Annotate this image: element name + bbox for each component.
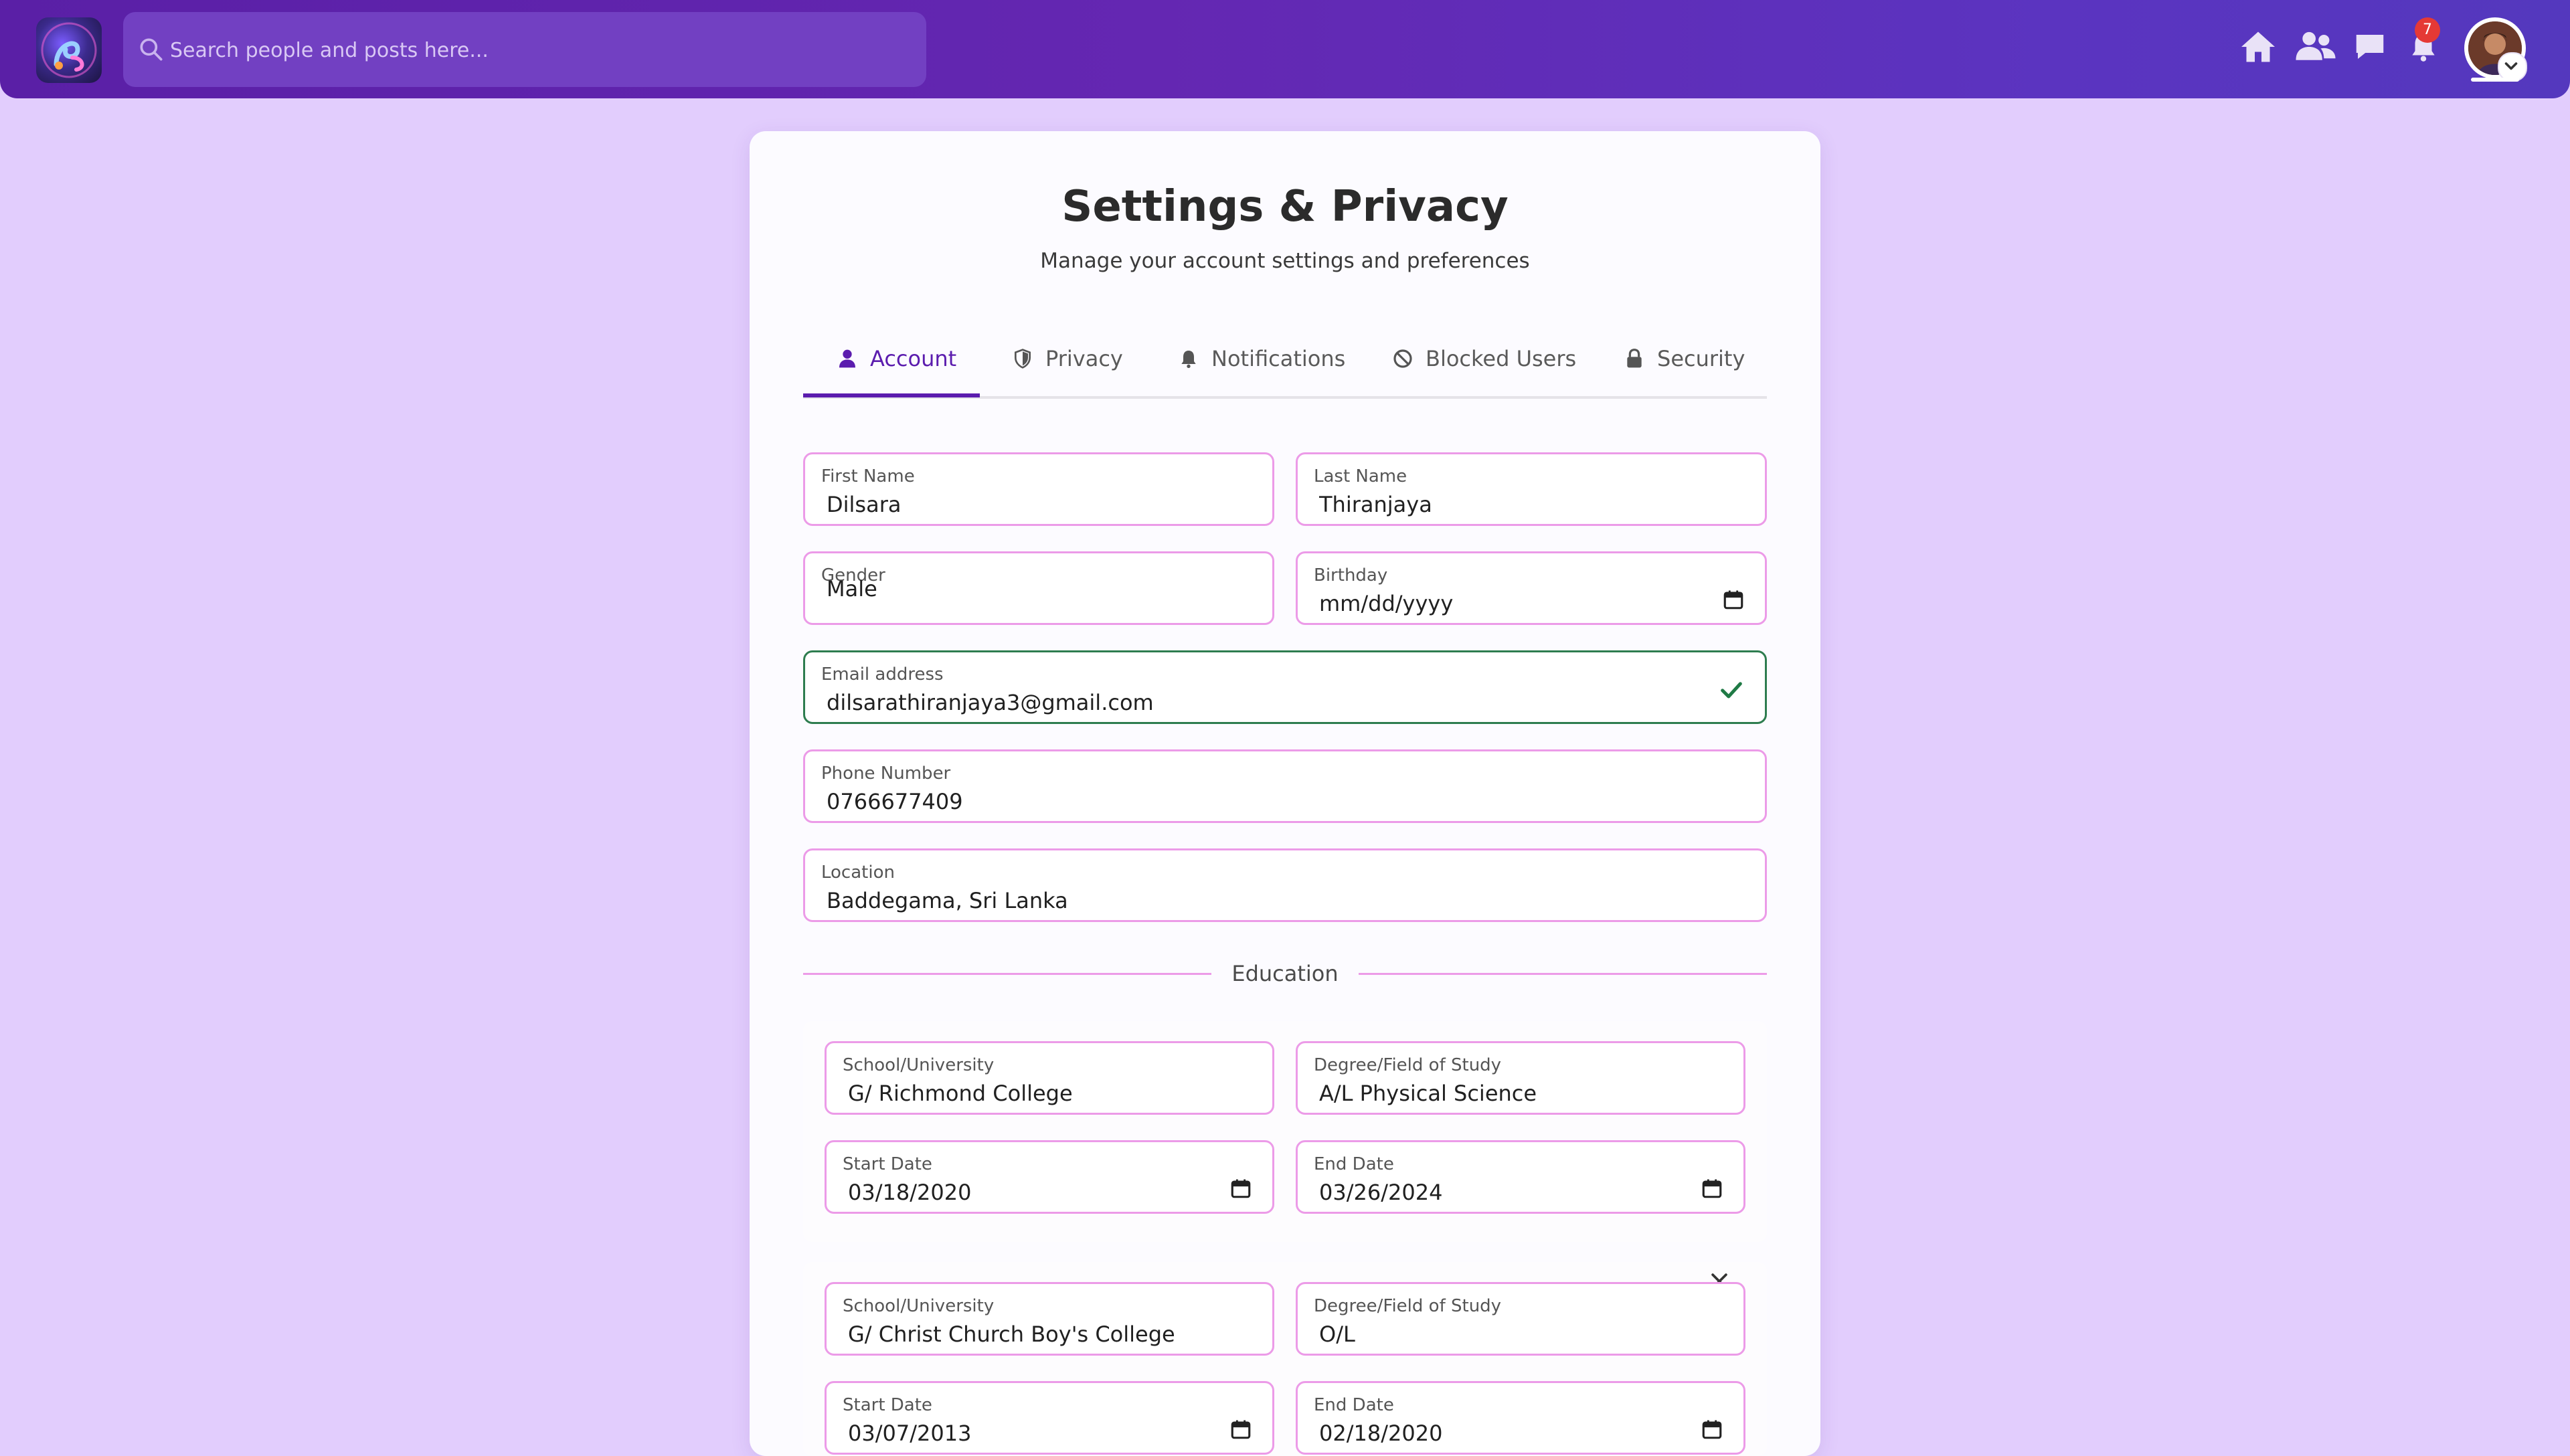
end-date-input[interactable]: 02/18/2020: [1319, 1419, 1683, 1447]
field-label: Location: [821, 862, 895, 883]
field-label: Degree/Field of Study: [1314, 1055, 1502, 1075]
field-label: Email address: [821, 664, 944, 685]
education-entry: School/University Degree/Field of Study …: [803, 1262, 1767, 1456]
education-divider: Education: [803, 957, 1767, 990]
page-subtitle: Manage your account settings and prefere…: [1040, 249, 1530, 273]
birthday-input[interactable]: mm/dd/yyyy: [1319, 589, 1705, 618]
shield-icon: [1015, 349, 1031, 369]
school-input[interactable]: [848, 1320, 1212, 1348]
chat-icon[interactable]: [2352, 27, 2388, 67]
tab-label: Blocked Users: [1426, 346, 1577, 371]
school-field[interactable]: School/University: [825, 1041, 1274, 1115]
degree-field[interactable]: Degree/Field of Study: [1296, 1282, 1745, 1356]
tab-security[interactable]: Security: [1624, 321, 1745, 396]
field-label: Birthday: [1314, 565, 1388, 585]
last-name-field[interactable]: Last Name: [1296, 452, 1767, 526]
end-date-field[interactable]: End Date 03/26/2024: [1296, 1140, 1745, 1214]
email-input[interactable]: [827, 689, 1705, 717]
active-indicator: [2471, 78, 2519, 82]
section-heading: Education: [803, 957, 1767, 990]
school-field[interactable]: School/University: [825, 1282, 1274, 1356]
calendar-icon[interactable]: [1701, 1177, 1723, 1200]
tab-label: Security: [1657, 346, 1745, 371]
tab-privacy[interactable]: Privacy: [1012, 321, 1123, 396]
last-name-input[interactable]: [1319, 490, 1705, 519]
school-input[interactable]: [848, 1079, 1212, 1107]
first-name-input[interactable]: [827, 490, 1212, 519]
active-tab-indicator: [803, 393, 980, 397]
search-input[interactable]: [169, 12, 908, 88]
field-label: Start Date: [843, 1395, 932, 1415]
page-title: Settings & Privacy: [1061, 182, 1509, 232]
profile-menu-button[interactable]: [2464, 17, 2527, 82]
phone-field[interactable]: Phone Number: [803, 749, 1767, 823]
home-icon[interactable]: [2238, 27, 2278, 67]
field-label: End Date: [1314, 1395, 1394, 1415]
field-label: School/University: [843, 1055, 995, 1075]
check-icon: [1721, 682, 1742, 699]
education-entry: School/University Degree/Field of Study …: [803, 1021, 1767, 1242]
friends-icon[interactable]: [2294, 27, 2337, 67]
calendar-icon[interactable]: [1722, 588, 1745, 611]
birthday-field[interactable]: Birthday mm/dd/yyyy: [1296, 551, 1767, 625]
field-label: First Name: [821, 466, 915, 486]
user-icon: [839, 349, 855, 368]
location-field[interactable]: Location: [803, 848, 1767, 922]
settings-tabs: Account Privacy Notifications Blocked Us…: [803, 321, 1767, 399]
field-label: School/University: [843, 1296, 995, 1316]
app-logo[interactable]: [36, 17, 102, 83]
first-name-field[interactable]: First Name: [803, 452, 1274, 526]
lock-icon: [1627, 349, 1642, 368]
field-label: Start Date: [843, 1154, 932, 1174]
notification-badge: 7: [2415, 17, 2440, 43]
degree-input[interactable]: [1319, 1079, 1683, 1107]
field-label: End Date: [1314, 1154, 1394, 1174]
start-date-input[interactable]: 03/07/2013: [848, 1419, 1212, 1447]
bell-icon: [1181, 351, 1196, 368]
calendar-icon[interactable]: [1229, 1177, 1252, 1200]
block-icon: [1393, 349, 1412, 368]
email-field[interactable]: Email address: [803, 650, 1767, 724]
field-label: Phone Number: [821, 763, 951, 784]
tab-notifications[interactable]: Notifications: [1178, 321, 1345, 396]
end-date-input[interactable]: 03/26/2024: [1319, 1178, 1683, 1206]
end-date-field[interactable]: End Date 02/18/2020: [1296, 1381, 1745, 1455]
start-date-field[interactable]: Start Date 03/18/2020: [825, 1140, 1274, 1214]
degree-field[interactable]: Degree/Field of Study: [1296, 1041, 1745, 1115]
tab-blocked-users[interactable]: Blocked Users: [1392, 321, 1576, 396]
tab-account[interactable]: Account: [837, 321, 956, 396]
degree-input[interactable]: [1319, 1320, 1683, 1348]
tab-label: Notifications: [1211, 346, 1346, 371]
top-navbar: 7: [0, 0, 2570, 98]
field-label: Degree/Field of Study: [1314, 1296, 1502, 1316]
search-icon: [140, 38, 163, 61]
settings-card: Settings & Privacy Manage your account s…: [750, 131, 1820, 1456]
field-label: Last Name: [1314, 466, 1407, 486]
search-bar[interactable]: [123, 12, 926, 88]
gender-select[interactable]: Male: [827, 580, 1212, 600]
phone-input[interactable]: [827, 788, 1705, 816]
gender-field[interactable]: Gender Male: [803, 551, 1274, 625]
tab-label: Privacy: [1045, 346, 1123, 371]
calendar-icon[interactable]: [1701, 1418, 1723, 1441]
start-date-input[interactable]: 03/18/2020: [848, 1178, 1212, 1206]
location-input[interactable]: [827, 887, 1705, 915]
tab-label: Account: [870, 346, 957, 371]
start-date-field[interactable]: Start Date 03/07/2013: [825, 1381, 1274, 1455]
calendar-icon[interactable]: [1229, 1418, 1252, 1441]
